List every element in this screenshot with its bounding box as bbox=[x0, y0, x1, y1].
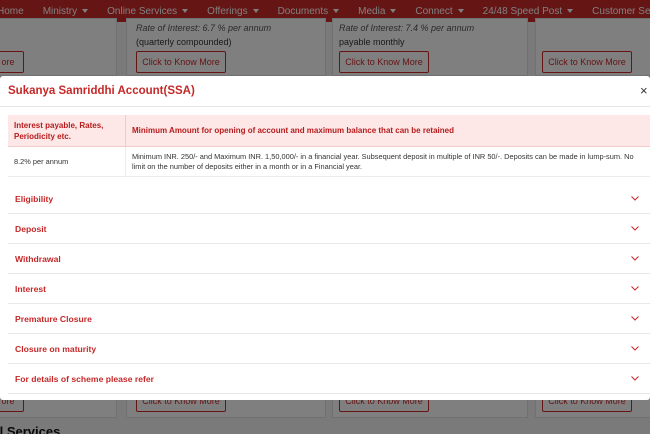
modal-title: Sukanya Samriddhi Account(SSA) bbox=[8, 85, 195, 97]
table-header-cell: Interest payable, Rates, Periodicity etc… bbox=[8, 115, 126, 146]
accordion-item-premature-closure[interactable]: Premature Closure bbox=[8, 304, 650, 334]
accordion-item-scheme-details[interactable]: For details of scheme please refer bbox=[8, 364, 650, 394]
chevron-down-icon bbox=[630, 224, 640, 234]
accordion-item-closure-on-maturity[interactable]: Closure on maturity bbox=[8, 334, 650, 364]
chevron-down-icon bbox=[630, 284, 640, 294]
chevron-down-icon bbox=[630, 374, 640, 384]
accordion-label: Deposit bbox=[15, 223, 47, 234]
accordion-item-eligibility[interactable]: Eligibility bbox=[8, 184, 650, 214]
table-header-row: Interest payable, Rates, Periodicity etc… bbox=[8, 115, 650, 147]
chevron-down-icon bbox=[630, 314, 640, 324]
close-icon[interactable]: × bbox=[640, 83, 648, 98]
accordion-label: Closure on maturity bbox=[15, 343, 97, 354]
scheme-details-modal: Sukanya Samriddhi Account(SSA) × Interes… bbox=[0, 76, 650, 400]
table-cell: Minimum INR. 250/- and Maximum INR. 1,50… bbox=[132, 151, 634, 171]
table-cell: 8.2% per annum bbox=[8, 147, 126, 176]
accordion-label: Withdrawal bbox=[15, 253, 61, 264]
accordion-item-withdrawal[interactable]: Withdrawal bbox=[8, 244, 650, 274]
chevron-down-icon bbox=[630, 344, 640, 354]
accordion-item-deposit[interactable]: Deposit bbox=[8, 214, 650, 244]
modal-header-divider bbox=[0, 106, 650, 107]
details-accordion: Eligibility Deposit Withdrawal Interest … bbox=[8, 184, 650, 394]
accordion-label: Eligibility bbox=[15, 193, 54, 204]
table-header-cell: Minimum Amount for opening of account an… bbox=[132, 126, 454, 135]
accordion-label: Interest bbox=[15, 283, 47, 294]
accordion-label: For details of scheme please refer bbox=[15, 373, 154, 384]
chevron-down-icon bbox=[630, 194, 640, 204]
chevron-down-icon bbox=[630, 254, 640, 264]
accordion-label: Premature Closure bbox=[15, 313, 92, 324]
table-row: 8.2% per annum Minimum INR. 250/- and Ma… bbox=[8, 147, 650, 177]
accordion-item-interest[interactable]: Interest bbox=[8, 274, 650, 304]
scheme-info-table: Interest payable, Rates, Periodicity etc… bbox=[8, 115, 650, 177]
